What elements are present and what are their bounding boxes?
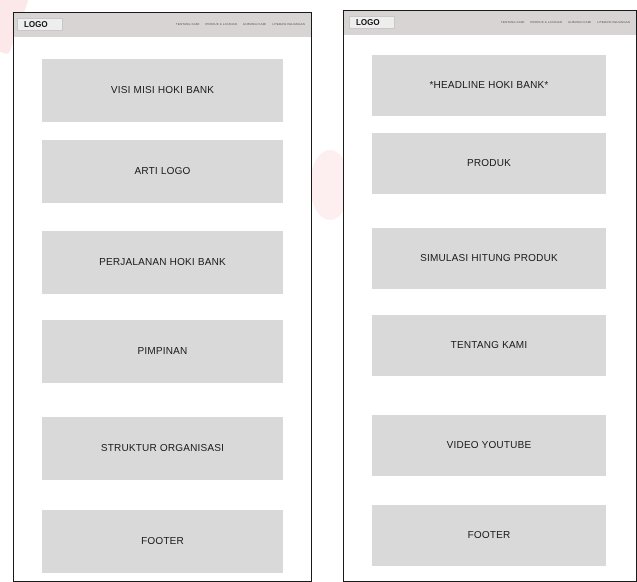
section-pimpinan: PIMPINAN	[42, 320, 283, 383]
section-produk: PRODUK	[372, 133, 606, 194]
section-visi-misi: VISI MISI HOKI BANK	[42, 59, 283, 122]
section-footer: FOOTER	[372, 505, 606, 566]
wireframe-home-page: LOGO TENTANG KAMI PRODUK & LAYANAN HUBUN…	[343, 10, 637, 582]
section-struktur-organisasi: STRUKTUR ORGANISASI	[42, 417, 283, 480]
section-arti-logo: ARTI LOGO	[42, 140, 283, 203]
nav-links: TENTANG KAMI PRODUK & LAYANAN HUBUNGI KA…	[176, 22, 305, 26]
nav-links: TENTANG KAMI PRODUK & LAYANAN HUBUNGI KA…	[501, 20, 630, 24]
section-video-youtube: VIDEO YOUTUBE	[372, 415, 606, 476]
section-tentang-kami: TENTANG KAMI	[372, 315, 606, 376]
nav-link-produk-layanan[interactable]: PRODUK & LAYANAN	[530, 20, 562, 24]
logo[interactable]: LOGO	[349, 16, 395, 29]
section-perjalanan: PERJALANAN HOKI BANK	[42, 231, 283, 294]
section-footer: FOOTER	[42, 510, 283, 573]
navbar: LOGO TENTANG KAMI PRODUK & LAYANAN HUBUN…	[344, 11, 636, 35]
section-simulasi-hitung: SIMULASI HITUNG PRODUK	[372, 228, 606, 289]
logo[interactable]: LOGO	[17, 18, 63, 31]
nav-link-tentang-kami[interactable]: TENTANG KAMI	[501, 20, 524, 24]
section-headline: *HEADLINE HOKI BANK*	[372, 55, 606, 116]
nav-link-tentang-kami[interactable]: TENTANG KAMI	[176, 22, 199, 26]
nav-link-hubungi-kami[interactable]: HUBUNGI KAMI	[568, 20, 591, 24]
nav-link-literasi-keuangan[interactable]: LITERASI KEUANGAN	[272, 22, 305, 26]
nav-link-produk-layanan[interactable]: PRODUK & LAYANAN	[205, 22, 237, 26]
nav-link-literasi-keuangan[interactable]: LITERASI KEUANGAN	[597, 20, 630, 24]
navbar: LOGO TENTANG KAMI PRODUK & LAYANAN HUBUN…	[14, 13, 311, 37]
nav-link-hubungi-kami[interactable]: HUBUNGI KAMI	[243, 22, 266, 26]
wireframe-about-page: LOGO TENTANG KAMI PRODUK & LAYANAN HUBUN…	[13, 12, 312, 582]
